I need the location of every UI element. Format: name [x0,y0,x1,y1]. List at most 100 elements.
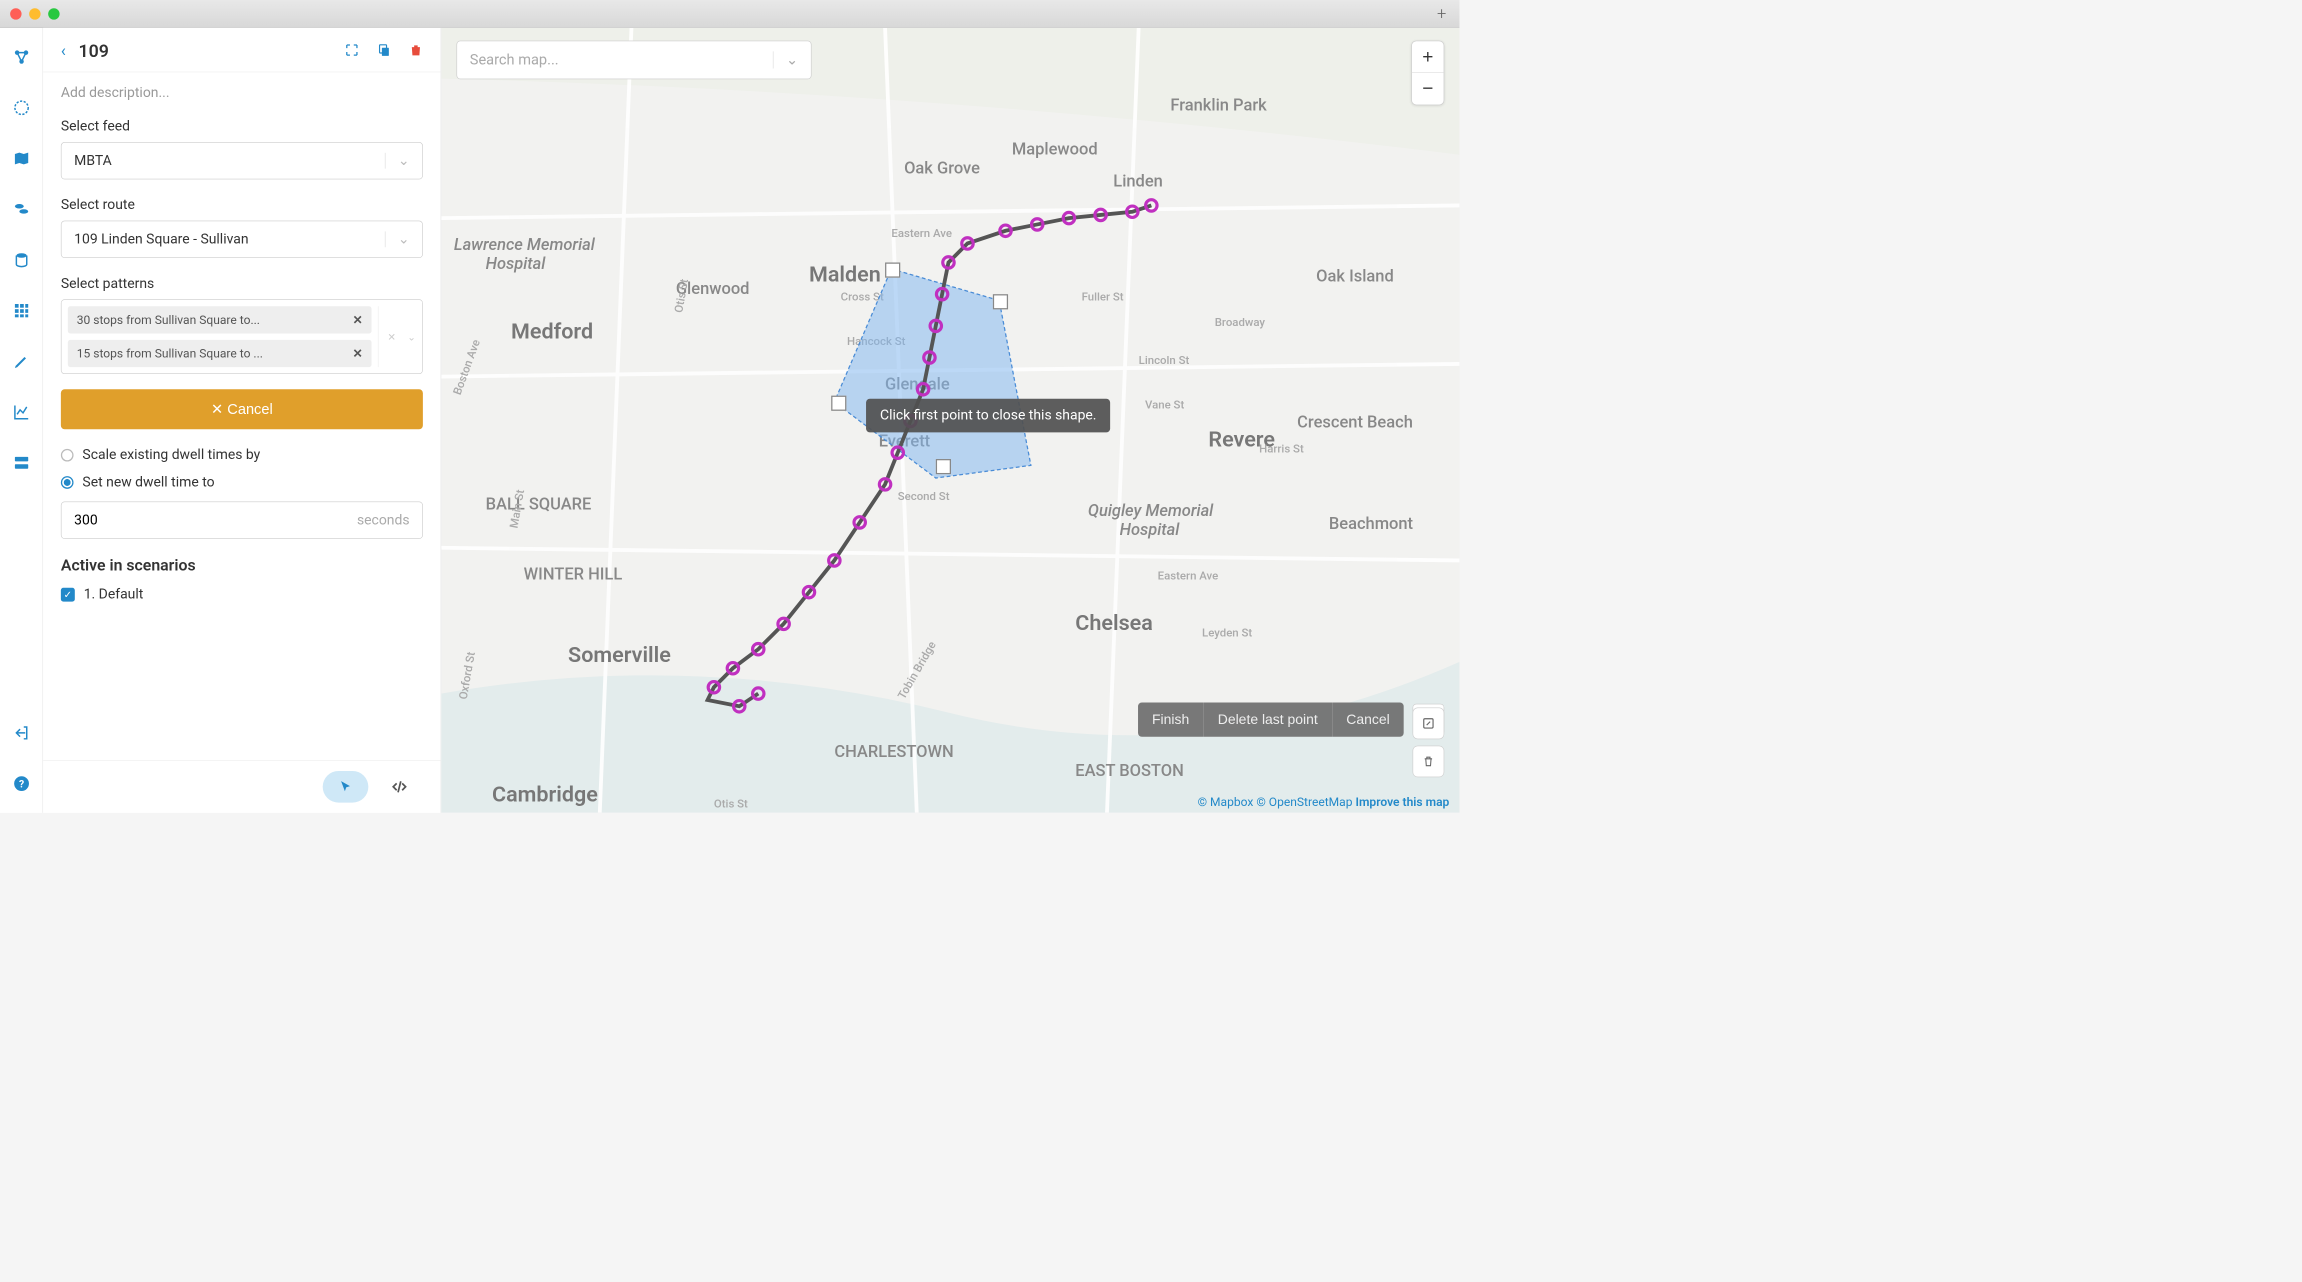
globe-icon[interactable] [11,98,31,118]
chevron-down-icon: ⌄ [385,231,410,247]
svg-text:CHARLESTOWN: CHARLESTOWN [834,743,953,762]
svg-text:Quigley Memorial: Quigley Memorial [1088,502,1214,521]
map-attribution: © Mapbox © OpenStreetMap Improve this ma… [1198,794,1450,809]
polygon-vertex-handle[interactable] [831,396,846,411]
coins-icon[interactable] [11,199,31,219]
svg-text:Harris St: Harris St [1259,442,1304,456]
pattern-tag: 15 stops from Sullivan Square to ... ✕ [68,340,372,367]
zoom-in-button[interactable]: + [1412,41,1444,73]
svg-text:Otis St: Otis St [714,797,748,811]
remove-tag-icon[interactable]: ✕ [353,346,363,361]
radio-scale-dwell[interactable]: Scale existing dwell times by [61,447,423,463]
svg-text:Chelsea: Chelsea [1075,611,1153,636]
radio-icon [61,449,74,462]
svg-text:Beachmont: Beachmont [1329,515,1414,534]
chevron-down-icon[interactable]: ⌄ [407,331,415,343]
svg-text:Linden: Linden [1113,172,1163,191]
polygon-vertex-handle[interactable] [936,459,951,474]
improve-map-link[interactable]: Improve this map [1355,794,1449,809]
code-tool[interactable] [376,771,423,803]
logout-icon[interactable] [11,723,31,743]
pointer-tool[interactable] [323,771,369,803]
chart-icon[interactable] [11,402,31,422]
dwell-value-input[interactable]: 300 seconds [61,501,423,538]
patterns-multiselect[interactable]: 30 stops from Sullivan Square to... ✕ 15… [61,299,423,374]
route-select[interactable]: 109 Linden Square - Sullivan ⌄ [61,221,423,258]
checkbox-icon: ✓ [61,587,75,601]
chevron-down-icon[interactable]: ⌄ [773,51,799,68]
svg-text:BALL SQUARE: BALL SQUARE [486,496,592,515]
svg-text:Lincoln St: Lincoln St [1139,353,1190,367]
polygon-vertex-handle[interactable] [993,294,1008,309]
svg-text:Malden: Malden [809,262,881,287]
svg-text:EAST BOSTON: EAST BOSTON [1075,762,1184,781]
grid-icon[interactable] [11,301,31,321]
remove-tag-icon[interactable]: ✕ [353,313,363,328]
svg-text:Broadway: Broadway [1215,315,1266,329]
radio-set-dwell[interactable]: Set new dwell time to [61,474,423,490]
svg-text:Eastern Ave: Eastern Ave [1158,568,1219,582]
network-icon[interactable] [11,47,31,67]
titlebar: + [0,0,1459,28]
mapbox-link[interactable]: © Mapbox [1198,794,1254,809]
close-window[interactable] [10,8,21,19]
map-canvas[interactable]: Medford Malden Somerville Chelsea Revere… [441,28,1459,813]
zoom-controls: + − [1411,41,1444,106]
nav-rail: ? [0,28,43,813]
back-button[interactable]: ‹ [61,42,66,61]
svg-text:Lawrence Memorial: Lawrence Memorial [454,236,596,255]
svg-text:Leyden St: Leyden St [1202,626,1252,640]
edit-layer-button[interactable] [1413,708,1445,740]
minimize-window[interactable] [29,8,40,19]
select-route-label: Select route [61,197,423,213]
app-window: + ? ‹ 109 [0,0,1459,813]
description-input[interactable]: Add description... [61,85,423,101]
trash-layer-button[interactable] [1413,746,1445,778]
clear-all-icon[interactable]: ✕ [387,331,395,343]
svg-text:Vane St: Vane St [1145,397,1184,411]
expand-icon[interactable] [344,42,359,60]
help-icon[interactable]: ? [11,773,31,793]
select-feed-label: Select feed [61,119,423,135]
database-icon[interactable] [11,250,31,270]
svg-text:Fuller St: Fuller St [1082,290,1124,304]
svg-text:?: ? [19,777,24,790]
chevron-down-icon: ⌄ [385,153,410,169]
svg-text:Hospital: Hospital [1120,521,1181,540]
svg-text:Second St: Second St [898,489,950,503]
map-search-input[interactable]: Search map... ⌄ [456,41,811,80]
svg-text:Crescent Beach: Crescent Beach [1297,413,1413,432]
active-scenarios-heading: Active in scenarios [61,557,423,575]
select-patterns-label: Select patterns [61,276,423,292]
draw-tooltip: Click first point to close this shape. [866,399,1110,433]
new-tab-button[interactable]: + [1430,5,1453,23]
svg-text:Somerville: Somerville [568,643,671,668]
svg-text:Oak Island: Oak Island [1316,267,1394,286]
server-icon[interactable] [11,453,31,473]
svg-text:Maplewood: Maplewood [1012,141,1098,160]
delete-icon[interactable] [409,43,423,59]
edit-sidebar: ‹ 109 Add description... Select feed MBT… [43,28,441,813]
svg-text:Franklin Park: Franklin Park [1170,96,1267,115]
cancel-button[interactable]: ✕ Cancel [61,389,423,429]
cancel-drawing-button[interactable]: Cancel [1332,702,1404,736]
svg-text:Medford: Medford [511,320,593,345]
maximize-window[interactable] [48,8,59,19]
zoom-out-button[interactable]: − [1412,73,1444,105]
copy-icon[interactable] [377,43,391,59]
pattern-tag: 30 stops from Sullivan Square to... ✕ [68,306,372,333]
radio-icon [61,476,74,489]
osm-link[interactable]: © OpenStreetMap [1256,794,1352,809]
polygon-vertex-handle[interactable] [885,262,900,277]
pencil-icon[interactable] [11,351,31,371]
route-title: 109 [78,41,344,62]
svg-text:Hospital: Hospital [486,255,547,274]
scenario-checkbox[interactable]: ✓ 1. Default [61,586,423,602]
svg-text:Cambridge: Cambridge [492,782,598,807]
svg-text:Eastern Ave: Eastern Ave [891,226,952,240]
delete-last-point-button[interactable]: Delete last point [1203,702,1332,736]
finish-drawing-button[interactable]: Finish [1138,702,1203,736]
svg-text:Oak Grove: Oak Grove [904,160,980,179]
map-icon[interactable] [11,148,31,168]
feed-select[interactable]: MBTA ⌄ [61,142,423,179]
